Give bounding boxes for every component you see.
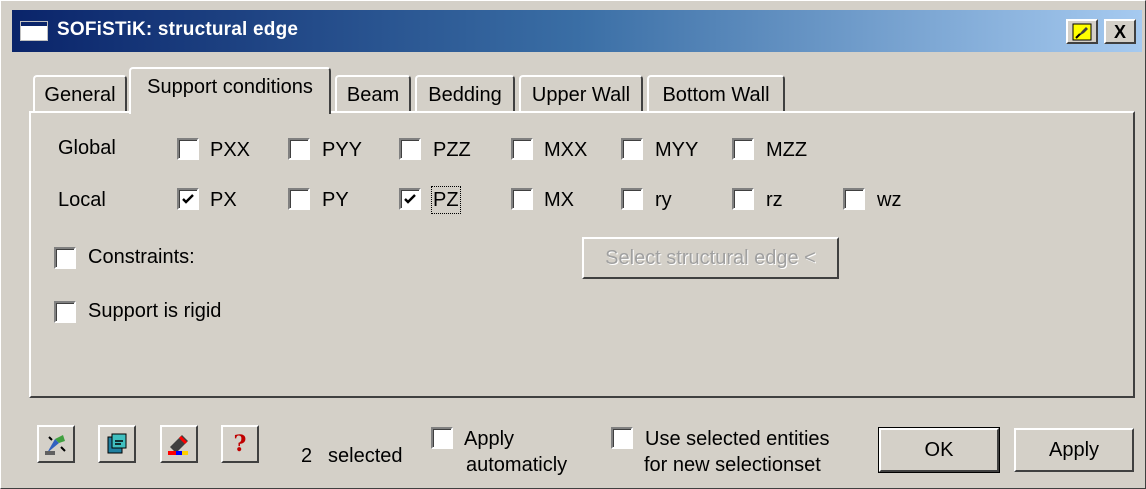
use-selected-line1: Use selected entities (645, 428, 830, 450)
support-rigid-label: Support is rigid (88, 300, 222, 322)
paint-icon (168, 435, 188, 455)
tab-label: Upper Wall (531, 83, 631, 106)
use-selected-line2: for new selectionset (644, 454, 821, 476)
tab-upper-wall[interactable]: Upper Wall (519, 75, 643, 113)
tab-label: Support conditions (147, 76, 313, 98)
paint-button[interactable] (160, 425, 198, 463)
checkbox-myy[interactable] (621, 138, 643, 160)
px-label: PX (210, 189, 237, 211)
window-title: SOFiSTiK: structural edge (57, 19, 299, 40)
checkmark-icon (182, 194, 194, 204)
pzz-label: PZZ (433, 139, 471, 161)
mxx-label: MXX (544, 139, 588, 161)
pyy-label: PYY (322, 139, 363, 161)
global-label: Global (58, 137, 116, 159)
checkbox-px[interactable] (177, 188, 199, 210)
apply-automatically-line1: Apply (464, 428, 515, 450)
checkbox-apply-automatically[interactable] (431, 427, 453, 449)
wizard-icon (45, 435, 66, 455)
checkbox-rz[interactable] (732, 188, 754, 210)
tab-label: Beam (346, 83, 400, 106)
checkbox-mxx[interactable] (511, 138, 533, 160)
tab-general[interactable]: General (33, 75, 127, 113)
checkbox-pzz[interactable] (399, 138, 421, 160)
tab-beam[interactable]: Beam (335, 75, 411, 113)
pz-label: PZ (431, 186, 461, 214)
selected-count: 2 (301, 445, 313, 467)
help-button[interactable]: ? (221, 425, 259, 463)
settings-button[interactable] (98, 425, 136, 463)
tab-bedding[interactable]: Bedding (415, 75, 515, 113)
help-icon: ? (233, 431, 247, 457)
local-label: Local (58, 189, 106, 211)
myy-label: MYY (655, 139, 699, 161)
checkbox-wz[interactable] (843, 188, 865, 210)
tab-label: Bottom Wall (662, 83, 770, 106)
dialog-window: SOFiSTiK: structural edge X General Supp… (0, 0, 1146, 489)
checkbox-mzz[interactable] (732, 138, 754, 160)
apply-automatically-line2: automaticly (466, 454, 568, 476)
select-structural-edge-button[interactable]: Select structural edge < (582, 237, 839, 279)
ok-button[interactable]: OK (878, 427, 1000, 473)
pin-icon[interactable] (1066, 19, 1098, 44)
close-button[interactable]: X (1104, 19, 1136, 44)
py-label: PY (322, 189, 349, 211)
selected-text: selected (328, 445, 403, 467)
tab-label: Bedding (428, 83, 502, 106)
title-bar[interactable]: SOFiSTiK: structural edge X (12, 10, 1142, 52)
checkbox-ry[interactable] (621, 188, 643, 210)
checkbox-use-selected-entities[interactable] (611, 427, 633, 449)
checkbox-pxx[interactable] (177, 138, 199, 160)
settings-icon (107, 433, 127, 454)
checkbox-pz[interactable] (399, 188, 421, 210)
checkbox-support-rigid[interactable] (54, 301, 76, 323)
tab-bottom-wall[interactable]: Bottom Wall (647, 75, 785, 113)
apply-label: Apply (1048, 438, 1100, 461)
window-icon (20, 21, 48, 41)
wz-label: wz (877, 189, 902, 211)
apply-button[interactable]: Apply (1014, 428, 1134, 472)
checkbox-constraints[interactable] (54, 247, 76, 269)
checkbox-pyy[interactable] (288, 138, 310, 160)
wizard-button[interactable] (37, 425, 75, 463)
rz-label: rz (766, 189, 783, 211)
constraints-label: Constraints: (88, 246, 195, 268)
checkbox-py[interactable] (288, 188, 310, 210)
mzz-label: MZZ (766, 139, 808, 161)
checkmark-icon (404, 194, 416, 204)
tab-label: General (44, 83, 116, 106)
mx-label: MX (544, 189, 574, 211)
ok-label: OK (924, 438, 954, 461)
tab-support-conditions[interactable]: Support conditions (129, 67, 331, 114)
close-icon: X (1113, 21, 1126, 42)
select-structural-edge-label: Select structural edge < (605, 246, 816, 269)
pxx-label: PXX (210, 139, 251, 161)
checkbox-mx[interactable] (511, 188, 533, 210)
ry-label: ry (655, 189, 672, 211)
